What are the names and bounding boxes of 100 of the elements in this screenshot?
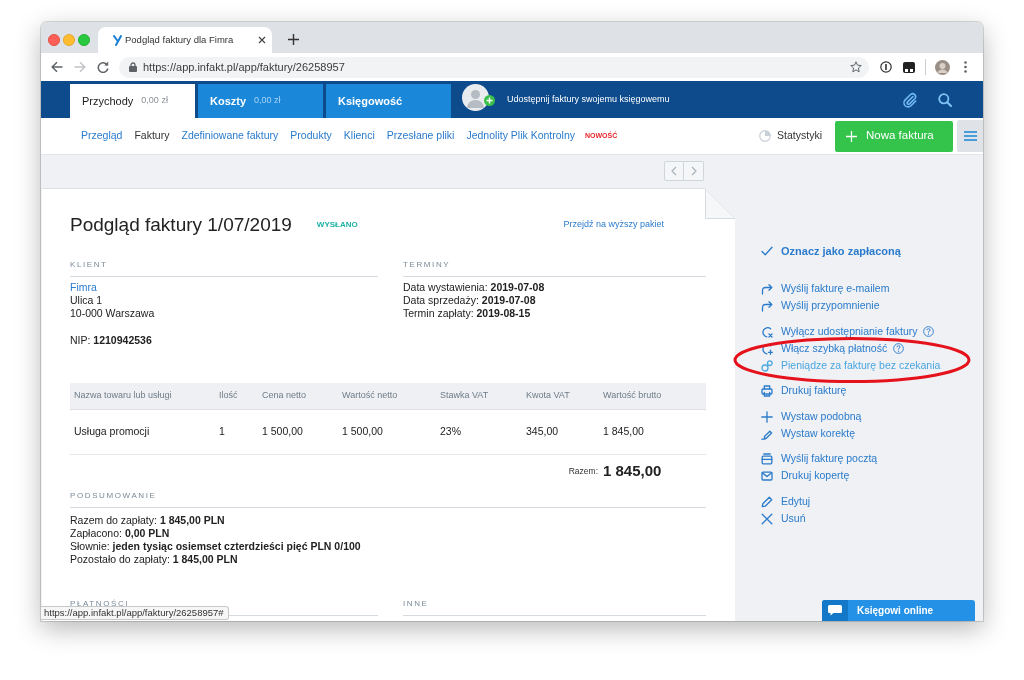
table-cell-text: 23%: [439, 424, 461, 440]
action-link[interactable]: Drukuj fakturę: [761, 382, 847, 400]
action-link[interactable]: Oznacz jako zapłaconą: [761, 241, 901, 261]
address-bar[interactable]: https://app.infakt.pl/app/faktury/26258957: [119, 56, 869, 78]
address-line: Ulica 1: [70, 294, 104, 307]
table-cell-text: 1: [218, 424, 225, 440]
summary-line: Słownie: jeden tysiąc osiemset czterdzieści pięć PLN 0/100: [70, 540, 362, 553]
help-icon[interactable]: [923, 326, 935, 337]
column-header: Stawka VAT: [439, 389, 489, 403]
action-link[interactable]: Drukuj kopertę: [761, 467, 850, 485]
share-arrow-icon: [761, 300, 773, 312]
reload-icon[interactable]: [97, 61, 109, 73]
chevron-right-icon: [690, 166, 697, 176]
column-header: Kwota VAT: [525, 389, 570, 403]
table-cell-text: 1 845,00: [602, 424, 644, 440]
plus-icon: [761, 410, 773, 423]
nav-link[interactable]: Zdefiniowane faktury: [181, 128, 279, 144]
search-icon[interactable]: [938, 92, 952, 107]
address-line: 10-000 Warszawa: [70, 307, 156, 320]
client-name-link[interactable]: Fimra: [70, 281, 97, 293]
action-link[interactable]: Włącz szybką płatność: [761, 340, 888, 357]
section-heading: TERMINY: [403, 260, 451, 269]
section-heading: KLIENT: [70, 260, 108, 269]
section-tab[interactable]: Księgowość: [326, 84, 451, 118]
nav-link[interactable]: Produkty: [290, 128, 332, 144]
section-tab[interactable]: Przychody 0,00 zł: [70, 84, 195, 118]
check-icon: [761, 245, 773, 257]
action-link[interactable]: Edytuj: [761, 493, 811, 510]
total-amount: 1 845,00: [602, 460, 662, 481]
more-options-icon[interactable]: [964, 61, 967, 73]
lock-icon: [129, 62, 137, 72]
new-tab-icon[interactable]: [288, 34, 299, 45]
pencil-icon: [761, 495, 773, 508]
back-icon[interactable]: [51, 61, 63, 73]
action-link[interactable]: Wyślij przypomnienie: [761, 297, 880, 315]
paperclip-icon[interactable]: [902, 91, 918, 108]
new-invoice-button[interactable]: Nowa faktura: [835, 120, 953, 152]
action-link[interactable]: Wyłącz udostępnianie faktury: [761, 323, 918, 340]
summary-line: Zapłacono: 0,00 PLN: [70, 527, 171, 540]
action-link[interactable]: Wyślij fakturę pocztą: [761, 450, 878, 468]
column-header: Wartość netto: [341, 389, 398, 403]
section-heading: INNE: [403, 599, 429, 608]
nav-link[interactable]: Jednolity Plik Kontrolny: [466, 128, 575, 144]
refresh-cross-icon: [761, 325, 773, 338]
chat-bubble-icon: [822, 600, 848, 621]
column-header: Wartość brutto: [602, 389, 662, 403]
share-invoices-link[interactable]: Udostępnij faktury swojemu księgowemu: [507, 92, 670, 107]
invoice-title: Podgląd faktury 1/07/2019: [70, 213, 292, 237]
help-icon[interactable]: [893, 343, 905, 354]
status-bar-url: https://app.infakt.pl/app/faktury/26258957#: [41, 606, 229, 620]
nav-link[interactable]: Przesłane pliki: [386, 128, 455, 144]
column-header: Nazwa towaru lub usługi: [73, 389, 172, 403]
date-line: Data wystawienia: 2019-07-08: [403, 281, 546, 294]
action-link[interactable]: Usuń: [761, 510, 806, 527]
nav-link[interactable]: Przegląd: [81, 128, 123, 144]
info-icon[interactable]: [880, 61, 892, 73]
action-link[interactable]: Pieniądze za fakturę bez czekania: [761, 357, 941, 374]
table-cell-text: 345,00: [525, 424, 559, 440]
summary-line: Pozostało do zapłaty: 1 845,00 PLN: [70, 553, 239, 566]
close-window-icon[interactable]: [48, 34, 60, 46]
profile-avatar-icon[interactable]: [935, 59, 950, 75]
user-avatar-icon[interactable]: [462, 84, 489, 111]
table-cell-text: Usługa promocji: [73, 424, 150, 440]
close-icon[interactable]: [258, 36, 266, 44]
pie-chart-icon: [759, 130, 772, 142]
logo-icon: [113, 34, 122, 46]
column-header: Ilość: [218, 389, 238, 403]
browser-tab[interactable]: Podgląd faktury dla Fimra: [98, 27, 272, 53]
upgrade-link[interactable]: Przejdź na wyższy pakiet: [563, 218, 664, 232]
delete-icon: [761, 512, 773, 525]
action-link[interactable]: Wystaw podobną: [761, 408, 862, 425]
summary-line: Razem do zapłaty: 1 845,00 PLN: [70, 514, 226, 527]
printer-icon: [761, 385, 773, 397]
nav-link[interactable]: Faktury: [134, 128, 170, 144]
section-heading: PŁATNOŚCI: [70, 599, 130, 608]
envelope-icon: [761, 470, 773, 482]
table-cell-text: 1 500,00: [261, 424, 303, 440]
date-line: Data sprzedaży: 2019-07-08: [403, 294, 537, 307]
total-label: Razem:: [568, 464, 599, 478]
coins-icon: [761, 359, 773, 372]
nav-link[interactable]: Klienci: [343, 128, 375, 144]
section-heading: PODSUMOWANIE: [70, 491, 157, 500]
tax-id-text: NIP: 1210942536: [70, 334, 153, 347]
statistics-link[interactable]: Statystyki: [759, 128, 822, 144]
column-header: Cena netto: [261, 389, 307, 403]
action-link[interactable]: Wyślij fakturę e-mailem: [761, 280, 890, 298]
tray-icon: [761, 453, 773, 465]
date-line: Termin zapłaty: 2019-08-15: [403, 307, 532, 320]
share-arrow-icon: [761, 283, 773, 295]
bookmark-star-icon[interactable]: [850, 61, 862, 73]
menu-icon: [963, 131, 977, 141]
section-tab[interactable]: Koszty 0,00 zł: [198, 84, 323, 118]
action-link[interactable]: Wystaw korektę: [761, 425, 855, 442]
plus-icon: [846, 130, 857, 142]
chevron-left-icon: [671, 166, 677, 176]
add-badge-icon[interactable]: [484, 95, 495, 106]
chat-button[interactable]: Księgowi online: [822, 600, 975, 621]
extension-icon[interactable]: [903, 61, 915, 73]
status-label: WYSŁANO: [316, 219, 358, 231]
table-cell-text: 1 500,00: [341, 424, 383, 440]
